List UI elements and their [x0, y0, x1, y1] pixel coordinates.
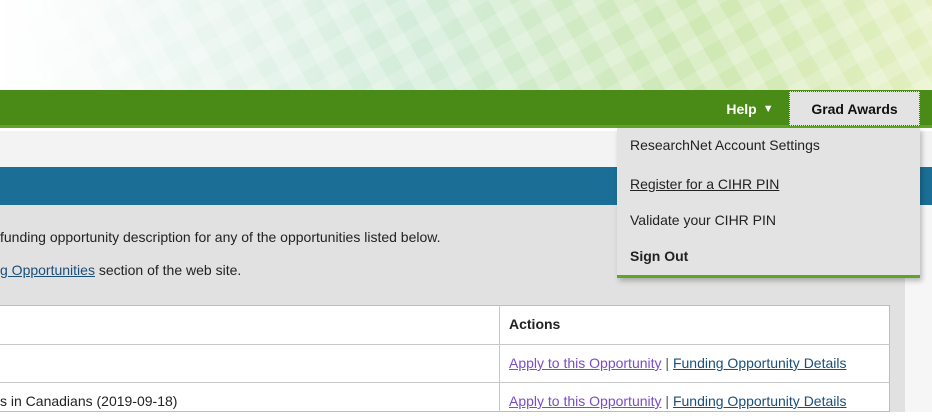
link-separator: | — [665, 355, 670, 371]
header-banner — [0, 0, 932, 90]
table-row: Apply to this Opportunity | Funding Oppo… — [0, 344, 890, 382]
table-header-row: Actions — [0, 306, 890, 344]
apply-to-opportunity-link[interactable]: Apply to this Opportunity — [509, 393, 662, 409]
intro-text-rest: section of the web site. — [94, 262, 242, 278]
row-actions: Apply to this Opportunity | Funding Oppo… — [509, 393, 847, 409]
table-column-divider — [499, 305, 500, 412]
funding-opportunities-link[interactable]: g Opportunities — [0, 262, 95, 278]
grad-awards-menu-button[interactable]: Grad Awards — [789, 91, 920, 126]
menu-item-register-pin[interactable]: Register for a CIHR PIN — [630, 176, 779, 192]
row-actions: Apply to this Opportunity | Funding Oppo… — [509, 355, 847, 371]
funding-opportunity-details-link[interactable]: Funding Opportunity Details — [673, 393, 847, 409]
apply-to-opportunity-link[interactable]: Apply to this Opportunity — [509, 355, 662, 371]
opportunities-table: Actions Apply to this Opportunity | Fund… — [0, 305, 890, 412]
actions-column-header: Actions — [509, 316, 561, 332]
grad-awards-label: Grad Awards — [811, 100, 898, 117]
grad-awards-dropdown-menu: ResearchNet Account Settings Register fo… — [617, 128, 920, 278]
opportunity-name: s in Canadians (2019-09-18) — [0, 393, 178, 409]
chevron-down-icon: ▼ — [762, 103, 774, 115]
menu-item-account-settings[interactable]: ResearchNet Account Settings — [630, 137, 820, 153]
menu-item-sign-out[interactable]: Sign Out — [630, 248, 688, 264]
table-row: s in Canadians (2019-09-18) Apply to thi… — [0, 382, 890, 420]
intro-text: funding opportunity description for any … — [0, 229, 441, 245]
help-label: Help — [726, 101, 757, 117]
link-separator: | — [665, 393, 670, 409]
funding-opportunity-details-link[interactable]: Funding Opportunity Details — [673, 355, 847, 371]
help-menu-button[interactable]: Help ▼ — [715, 90, 785, 128]
menu-item-validate-pin[interactable]: Validate your CIHR PIN — [630, 212, 776, 228]
intro-text-line2: g Opportunities section of the web site. — [0, 262, 241, 278]
